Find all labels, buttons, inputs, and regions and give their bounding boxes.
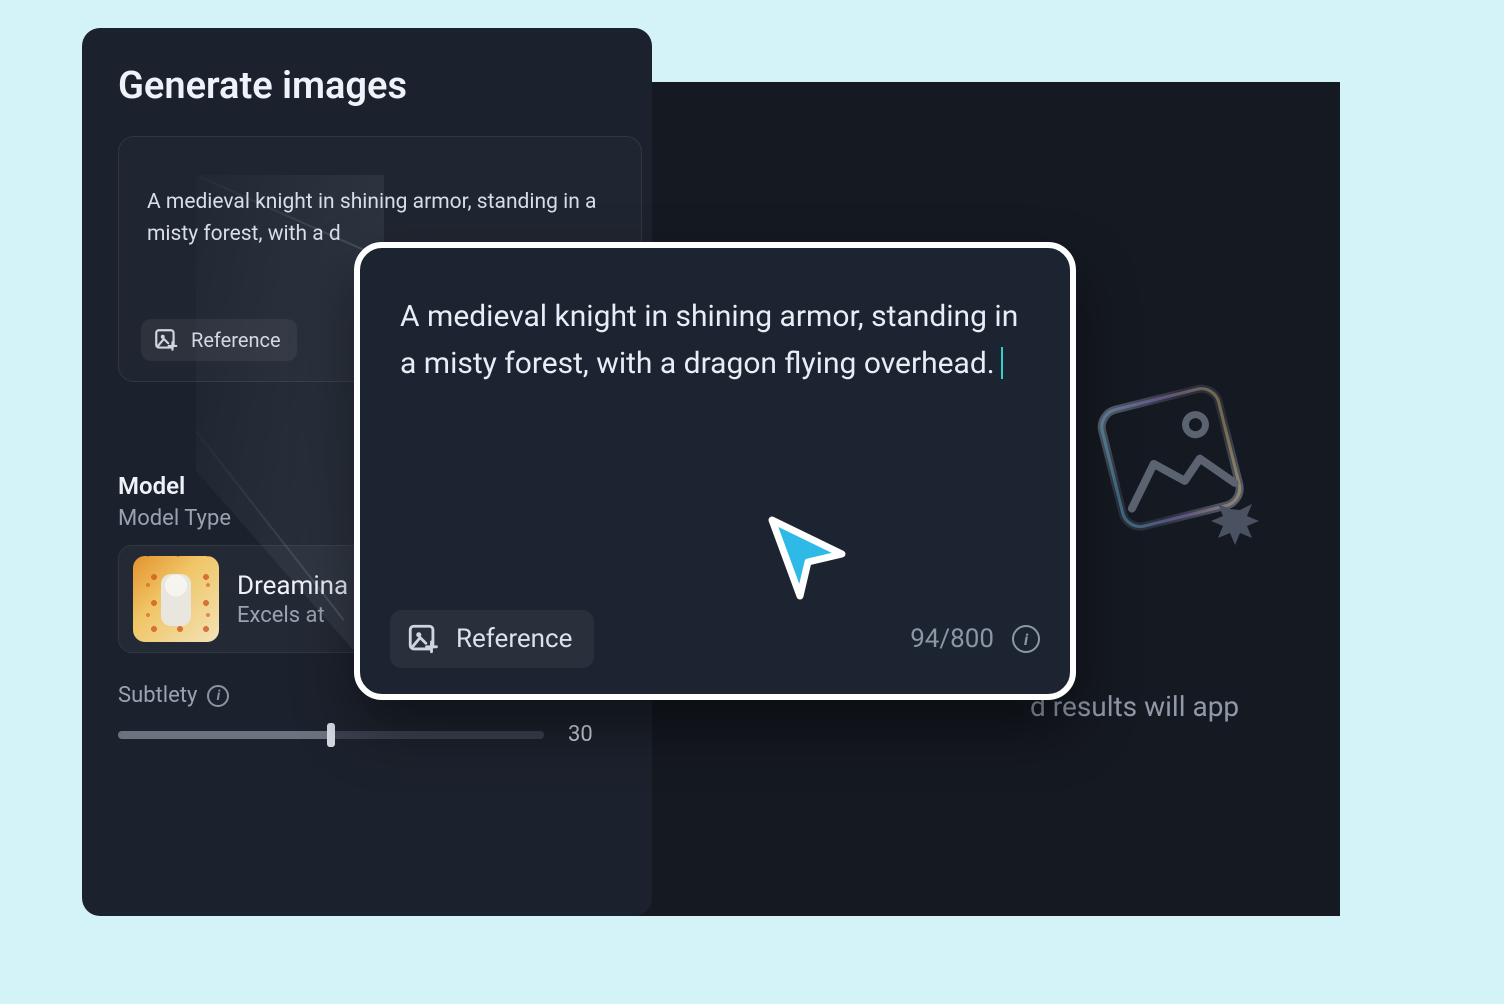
char-count: 94: [910, 624, 939, 654]
char-counter: 94/800 i: [910, 624, 1040, 654]
model-description: Excels at: [237, 603, 348, 628]
subtlety-value: 30: [568, 722, 593, 747]
reference-button[interactable]: Reference: [390, 610, 594, 668]
reference-button-label: Reference: [456, 624, 572, 654]
slider-thumb[interactable]: [327, 723, 335, 747]
model-name: Dreamina: [237, 571, 348, 601]
subtlety-slider[interactable]: [118, 731, 544, 739]
panel-title: Generate images: [118, 64, 616, 108]
prompt-text-small: A medieval knight in shining armor, stan…: [147, 187, 613, 250]
reference-button-small[interactable]: Reference: [141, 319, 297, 361]
prompt-callout: A medieval knight in shining armor, stan…: [354, 242, 1076, 700]
prompt-input[interactable]: A medieval knight in shining armor, stan…: [400, 294, 1030, 387]
reference-button-small-label: Reference: [191, 328, 281, 352]
slider-fill: [118, 731, 331, 739]
info-icon[interactable]: i: [207, 685, 229, 707]
model-thumbnail: [133, 556, 219, 642]
text-caret: [1001, 347, 1003, 379]
subtlety-label: Subtlety: [118, 683, 197, 708]
reference-icon: [153, 327, 179, 353]
char-limit: 800: [950, 624, 994, 654]
info-icon[interactable]: i: [1012, 625, 1040, 653]
prompt-text: A medieval knight in shining armor, stan…: [400, 299, 1018, 381]
image-placeholder-icon: [1088, 372, 1268, 552]
reference-icon: [406, 622, 440, 656]
